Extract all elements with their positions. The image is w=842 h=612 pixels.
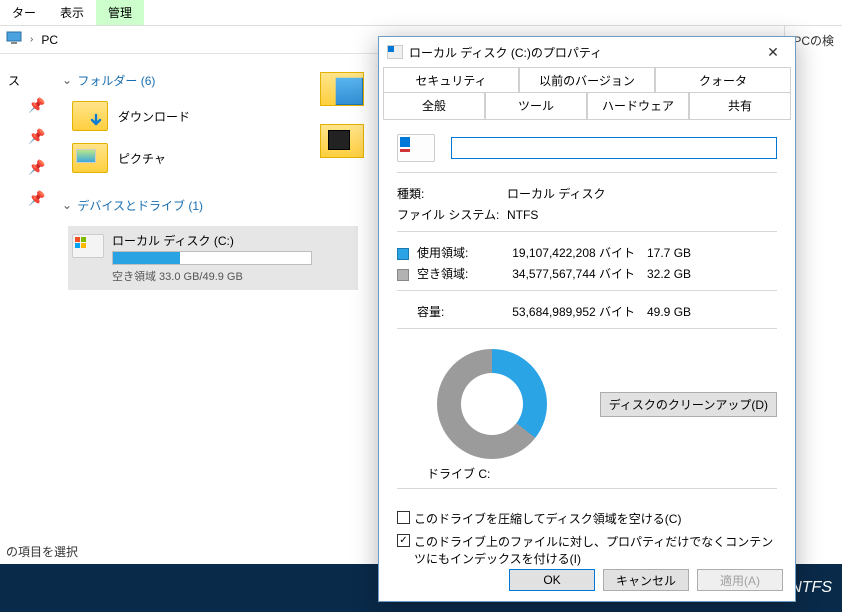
section-devices[interactable]: ⌄ デバイスとドライブ (1) [50, 179, 380, 220]
pin-icon: 📌 [0, 120, 50, 151]
properties-dialog: ローカル ディスク (C:)のプロパティ ✕ セキュリティ 以前のバージョン ク… [378, 36, 796, 602]
folder-label: ピクチャ [118, 150, 166, 167]
value-free-human: 32.2 GB [647, 267, 707, 281]
value-type: ローカル ディスク [507, 185, 777, 202]
folder-label: ダウンロード [118, 108, 190, 125]
value-capacity-bytes: 53,684,989,952 バイト [507, 303, 647, 320]
pin-icon: 📌 [0, 182, 50, 213]
tab-security[interactable]: セキュリティ [383, 67, 519, 93]
checkbox-icon [397, 534, 410, 547]
pin-icon: 📌 [0, 89, 50, 120]
used-color-swatch [397, 248, 409, 260]
drive-icon [387, 45, 403, 59]
ribbon-tab-manage[interactable]: 管理 [96, 0, 144, 25]
drive-name-input[interactable] [451, 137, 777, 159]
pictures-folder-icon [72, 143, 108, 173]
dialog-buttons: OK キャンセル 適用(A) [509, 569, 783, 591]
drive-item-c[interactable]: ローカル ディスク (C:) 空き領域 33.0 GB/49.9 GB [68, 226, 358, 290]
drive-name: ローカル ディスク (C:) [112, 232, 350, 249]
folder-column-2-partial [320, 72, 370, 176]
disk-cleanup-button[interactable]: ディスクのクリーンアップ(D) [600, 392, 777, 417]
value-used-bytes: 19,107,422,208 バイト [507, 244, 647, 261]
tabs-row-back: セキュリティ 以前のバージョン クォータ [379, 67, 795, 93]
checkbox-index-label: このドライブ上のファイルに対し、プロパティだけでなくコンテンツにもインデックスを… [414, 533, 777, 567]
drive-icon [72, 234, 104, 258]
value-free-bytes: 34,577,567,744 バイト [507, 265, 647, 282]
tab-previous-versions[interactable]: 以前のバージョン [519, 67, 655, 93]
checkbox-compress[interactable]: このドライブを圧縮してディスク領域を空ける(C) [397, 507, 777, 530]
ribbon-tab-view[interactable]: 表示 [48, 0, 96, 25]
label-free: 空き領域: [417, 267, 468, 281]
apply-button[interactable]: 適用(A) [697, 569, 783, 591]
section-folders-label: フォルダー (6) [77, 74, 155, 88]
drive-icon [397, 134, 435, 162]
cancel-button[interactable]: キャンセル [603, 569, 689, 591]
ribbon-tab-prev[interactable]: ター [0, 0, 48, 25]
value-used-human: 17.7 GB [647, 246, 707, 260]
label-filesystem: ファイル システム: [397, 206, 507, 223]
checkbox-index[interactable]: このドライブ上のファイルに対し、プロパティだけでなくコンテンツにもインデックスを… [397, 530, 777, 570]
drive-label: ドライブ C: [397, 465, 777, 482]
checkbox-compress-label: このドライブを圧縮してディスク領域を空ける(C) [414, 510, 681, 527]
tab-tools[interactable]: ツール [485, 92, 587, 119]
value-filesystem: NTFS [507, 208, 777, 222]
tabs-row-front: 全般 ツール ハードウェア 共有 [379, 92, 795, 119]
label-type: 種類: [397, 185, 507, 202]
ribbon: ター 表示 管理 [0, 0, 842, 26]
ok-button[interactable]: OK [509, 569, 595, 591]
value-capacity-human: 49.9 GB [647, 305, 707, 319]
pin-icon: 📌 [0, 151, 50, 182]
usage-pie-chart [437, 349, 547, 459]
close-button[interactable]: ✕ [759, 41, 787, 63]
pc-icon [6, 30, 22, 49]
label-capacity: 容量: [397, 303, 507, 320]
videos-folder-icon[interactable] [320, 124, 364, 158]
free-color-swatch [397, 269, 409, 281]
checkbox-icon [397, 511, 410, 524]
dialog-body: 種類:ローカル ディスク ファイル システム:NTFS 使用領域: 19,107… [379, 120, 795, 578]
chevron-right-icon: › [26, 34, 37, 45]
label-used: 使用領域: [417, 246, 468, 260]
tab-quota[interactable]: クォータ [655, 67, 791, 93]
downloads-folder-icon [72, 101, 108, 131]
tab-hardware[interactable]: ハードウェア [587, 92, 689, 119]
dialog-title: ローカル ディスク (C:)のプロパティ [409, 44, 759, 61]
drive-usage-bar [112, 251, 312, 265]
section-devices-label: デバイスとドライブ (1) [77, 199, 203, 213]
folder-icon[interactable] [320, 72, 364, 106]
taskbar-text: NTFS [790, 579, 832, 597]
nav-item-partial[interactable]: ス [0, 54, 50, 89]
chevron-down-icon: ⌄ [62, 73, 72, 87]
quick-access-column: ス 📌 📌 📌 📌 [0, 54, 50, 213]
tab-general[interactable]: 全般 [383, 92, 485, 119]
dialog-titlebar[interactable]: ローカル ディスク (C:)のプロパティ ✕ [379, 37, 795, 67]
status-bar: の項目を選択 [0, 539, 84, 564]
chevron-down-icon: ⌄ [62, 198, 72, 212]
breadcrumb-pc[interactable]: PC [41, 33, 58, 47]
drive-free-text: 空き領域 33.0 GB/49.9 GB [112, 268, 350, 284]
tab-sharing[interactable]: 共有 [689, 92, 791, 119]
